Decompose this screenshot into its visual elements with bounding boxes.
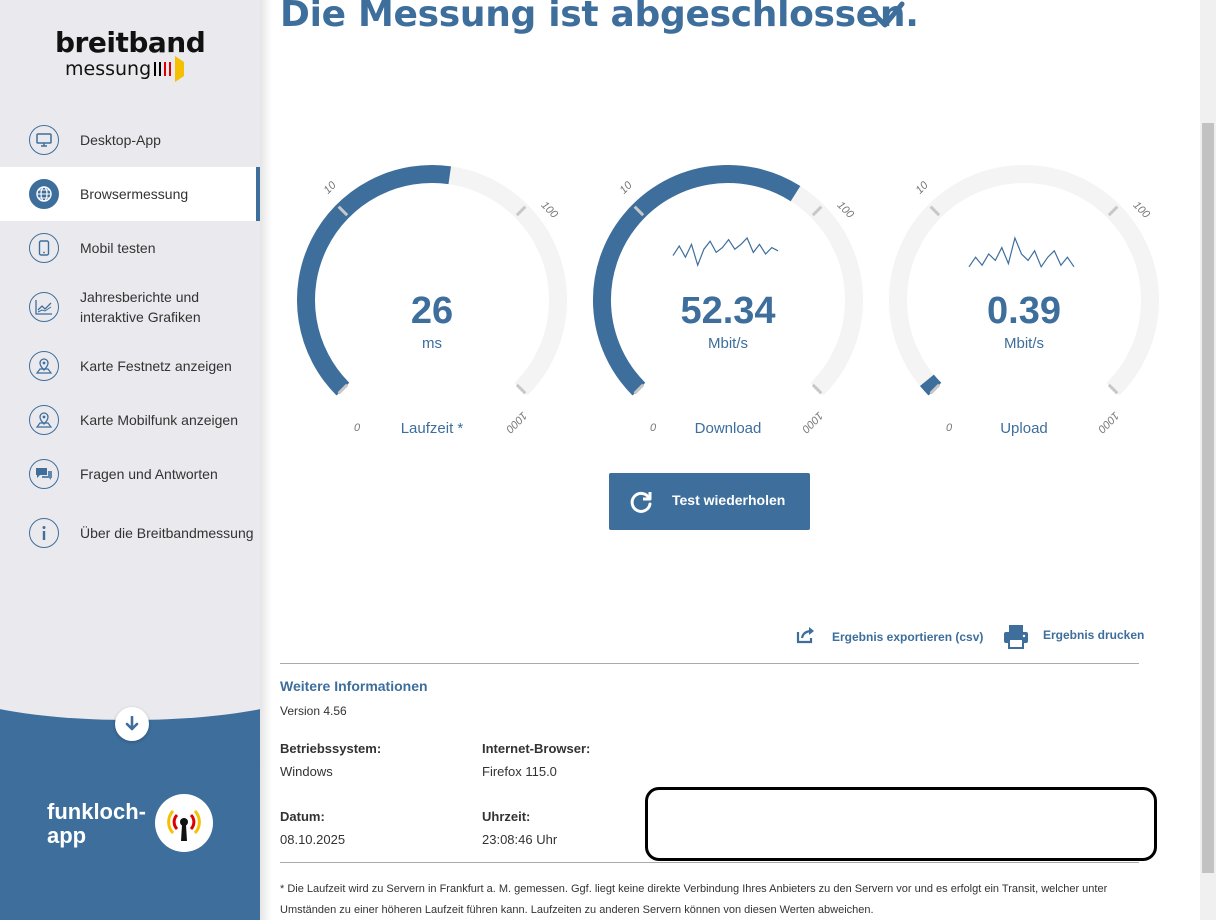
os-label: Betriebssystem:: [280, 741, 382, 756]
export-csv-link[interactable]: Ergebnis exportieren (csv): [796, 626, 983, 648]
redacted-box: [645, 787, 1157, 861]
sidebar-item-label: Desktop-App: [80, 132, 161, 148]
globe-icon: [29, 179, 59, 209]
phone-icon: [29, 233, 59, 263]
info-title: Weitere Informationen: [280, 678, 428, 694]
gauge-upload: 0.39 Mbit/s Upload 0 10 100 1000: [884, 160, 1164, 450]
sidebar-item-mobil-testen[interactable]: Mobil testen: [0, 221, 260, 275]
chat-icon: [29, 459, 59, 489]
main-content: Die Messung ist abgeschlossen. 26 ms Lau…: [260, 0, 1200, 920]
sidebar-item-karte-mobilfunk[interactable]: Karte Mobilfunk anzeigen: [0, 393, 260, 447]
gauge-unit: Mbit/s: [1003, 335, 1044, 352]
print-label: Ergebnis drucken: [1043, 628, 1145, 642]
logo-flag-bars: [154, 56, 189, 82]
divider: [280, 663, 1139, 664]
sidebar-item-desktop-app[interactable]: Desktop-App: [0, 113, 260, 167]
gauge-fill: [919, 374, 942, 396]
logo-line2-text: messung: [65, 58, 152, 80]
export-label: Ergebnis exportieren (csv): [832, 630, 984, 644]
time-value: 23:08:46 Uhr: [482, 832, 558, 847]
funkloch-line2: app: [47, 823, 87, 848]
sidebar-item-label: Fragen und Antworten: [80, 466, 218, 482]
sidebar-item-label: Mobil testen: [80, 240, 156, 256]
time-label: Uhrzeit:: [482, 809, 531, 824]
gauge-label: Download: [694, 420, 762, 437]
os-value: Windows: [280, 764, 333, 779]
gauge-laufzeit: 26 ms Laufzeit * 0 10 100 1000: [292, 160, 572, 450]
version-text: Version 4.56: [280, 704, 347, 718]
map-pin-icon: [29, 351, 59, 381]
gauge-value: 26: [410, 290, 454, 332]
scrollbar-thumb[interactable]: [1202, 123, 1214, 873]
gauge-download: 52.34 Mbit/s Download 0 10 100 1000: [588, 160, 868, 450]
footnote: * Die Laufzeit wird zu Servern in Frankf…: [280, 883, 1108, 916]
date-label: Datum:: [280, 809, 325, 824]
scrollbar[interactable]: [1200, 0, 1216, 920]
funkloch-line1: funkloch-: [47, 799, 146, 824]
sidebar-item-label: Über die Breitbandmessung: [80, 525, 254, 541]
info-icon: [29, 518, 59, 548]
gauge-sparkline: [968, 236, 1075, 269]
gauge-sparkline: [672, 236, 779, 268]
sidebar-item-browsermessung[interactable]: Browsermessung: [0, 167, 260, 221]
page-title: Die Messung ist abgeschlossen.: [280, 0, 919, 35]
gauge-fill: [297, 165, 452, 396]
sidebar-item-label: Jahresberichte und interaktive Grafiken: [80, 289, 201, 325]
sidebar-nav: Desktop-App Browsermessung Mobil testen …: [0, 113, 260, 565]
map-pin-icon: [29, 405, 59, 435]
sidebar-item-label: Karte Festnetz anzeigen: [80, 358, 232, 374]
sidebar: breitband messung Desktop-App Browsermes…: [0, 0, 260, 920]
gauge-tick: 0: [354, 422, 361, 434]
date-value: 08.10.2025: [280, 832, 346, 847]
sidebar-item-fragen[interactable]: Fragen und Antworten: [0, 447, 260, 501]
gauge-label: Laufzeit *: [400, 420, 464, 437]
gauge-label: Upload: [1000, 420, 1048, 437]
gauge-unit: ms: [422, 335, 442, 352]
funkloch-app-link[interactable]: funkloch- app: [47, 800, 146, 848]
gauge-tick: 0: [650, 422, 657, 434]
refresh-icon: [630, 490, 654, 518]
gauge-unit: Mbit/s: [707, 335, 748, 352]
sidebar-item-jahresberichte[interactable]: Jahresberichte und interaktive Grafiken: [0, 275, 260, 339]
gauge-value: 0.39: [987, 290, 1061, 332]
sidebar-item-karte-festnetz[interactable]: Karte Festnetz anzeigen: [0, 339, 260, 393]
gauge-tick: 0: [946, 422, 953, 434]
retest-button[interactable]: Test wiederholen: [609, 473, 810, 530]
retest-label: Test wiederholen: [672, 492, 786, 508]
breitbandmessung-logo[interactable]: breitband messung: [55, 26, 215, 82]
sidebar-item-ueber[interactable]: Über die Breitbandmessung: [0, 501, 260, 565]
browser-label: Internet-Browser:: [482, 741, 591, 756]
checkmark-icon: [872, 0, 906, 36]
logo-line1: breitband: [55, 26, 206, 59]
sidebar-item-label: Karte Mobilfunk anzeigen: [80, 412, 238, 428]
divider: [280, 862, 1139, 863]
chart-icon: [29, 292, 59, 322]
gauge-fill: [592, 165, 801, 396]
logo-line2: messung: [65, 56, 215, 82]
funkloch-antenna-icon[interactable]: [155, 794, 213, 852]
share-export-icon: [796, 626, 816, 648]
monitor-icon: [29, 125, 59, 155]
gauge-value: 52.34: [680, 290, 776, 332]
browser-value: Firefox 115.0: [482, 764, 557, 779]
print-link[interactable]: Ergebnis drucken: [1003, 623, 1144, 653]
sidebar-item-label: Browsermessung: [80, 186, 189, 202]
printer-icon: [1003, 623, 1029, 653]
scroll-down-button[interactable]: [115, 707, 149, 741]
gauge-track: [889, 165, 1159, 396]
